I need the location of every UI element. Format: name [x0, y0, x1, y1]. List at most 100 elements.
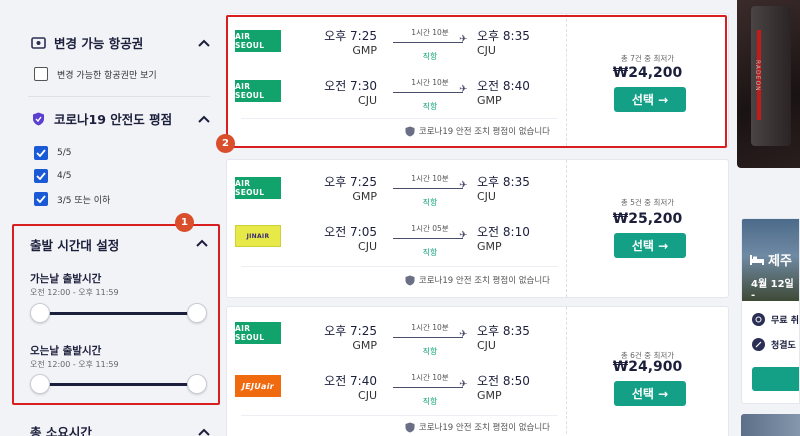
departure-airport: GMP — [352, 339, 377, 352]
covid-filter-title: 코로나19 안전도 평점 — [54, 112, 173, 127]
select-button[interactable]: 선택 → — [614, 381, 686, 406]
hotel-view-button[interactable] — [752, 367, 799, 391]
highlight-box — [226, 15, 727, 148]
covid-option-label: 3/5 또는 이하 — [57, 195, 111, 206]
annotation-marker-1: 1 — [175, 213, 194, 232]
price-panel: 총 6건 중 최저가 ₩24,900 선택 → — [567, 307, 728, 436]
checkbox[interactable] — [34, 67, 48, 81]
route-line — [393, 387, 463, 388]
covid-option-label: 4/5 — [57, 171, 72, 181]
covid-rating-note: 코로나19 안전 조치 평점이 없습니다 — [405, 421, 550, 433]
airline-logo: JEJUair — [235, 375, 281, 397]
arrival-time: 오후 8:35 — [477, 324, 530, 338]
inbound-slider-track[interactable] — [40, 383, 198, 386]
plane-icon: ✈ — [459, 329, 468, 340]
flight-leg-return: JEJUair 오전 7:40 CJU 1시간 10분 ✈ 직항 오전 8:50… — [227, 365, 566, 419]
inbound-slider-end-handle[interactable] — [187, 374, 207, 394]
outbound-time-range: 오전 12:00 - 오후 11:59 — [30, 288, 119, 297]
perk-item: 청결도 — [752, 338, 796, 351]
covid-option-label: 5/5 — [57, 148, 72, 158]
inbound-slider-start-handle[interactable] — [30, 374, 50, 394]
plane-icon: ✈ — [459, 379, 468, 390]
flight-result-card[interactable]: AIR SEOUL 오후 7:25 GMP 1시간 10분 ✈ 직항 오후 8:… — [226, 159, 729, 298]
departure-time: 오후 7:25 — [324, 324, 377, 338]
flight-leg-return: JINAIR 오전 7:05 CJU 1시간 05분 ✈ 직항 오전 8:10 … — [227, 216, 566, 270]
arrival-airport: CJU — [477, 190, 496, 203]
price-panel: 총 5건 중 최저가 ₩25,200 선택 → — [567, 160, 728, 297]
checkbox-checked[interactable] — [34, 169, 48, 183]
filter-sidebar: 변경 가능 항공권 변경 가능한 항공권만 보기 코로나19 안전도 평점 5/… — [0, 0, 226, 436]
covid-rating-note: 코로나19 안전 조치 평점이 없습니다 — [405, 274, 550, 286]
select-button[interactable]: 선택 → — [614, 233, 686, 258]
lowest-price-note: 총 5건 중 최저가 — [620, 198, 675, 207]
chevron-up-icon[interactable] — [198, 428, 210, 436]
promo-image-strip — [741, 414, 800, 436]
shield-icon — [405, 275, 415, 285]
departure-time: 오후 7:25 — [324, 175, 377, 189]
bed-icon — [750, 255, 764, 265]
price: ₩25,200 — [612, 211, 683, 227]
flight-leg-outbound: AIR SEOUL 오후 7:25 GMP 1시간 10분 ✈ 직항 오후 8:… — [227, 166, 566, 220]
ticket-icon — [30, 36, 46, 50]
chevron-up-icon[interactable] — [198, 115, 210, 123]
divider — [28, 96, 210, 97]
plane-icon: ✈ — [459, 230, 468, 241]
shield-icon — [405, 422, 415, 432]
plane-icon: ✈ — [459, 180, 468, 191]
arrival-time: 오전 8:50 — [477, 374, 530, 388]
stops-label: 직항 — [422, 397, 438, 406]
clean-icon — [752, 338, 765, 351]
flight-duration: 1시간 10분 — [411, 323, 449, 332]
flight-leg-outbound: AIR SEOUL 오후 7:25 GMP 1시간 10분 ✈ 직항 오후 8:… — [227, 315, 566, 369]
duration-filter-header[interactable]: 총 소요시간 — [30, 422, 210, 436]
airline-logo: AIR SEOUL — [235, 177, 281, 199]
flight-result-card[interactable]: AIR SEOUL 오후 7:25 GMP 1시간 10분 ✈ 직항 오후 8:… — [226, 306, 729, 436]
perk-item: 무료 취 — [752, 313, 799, 326]
outbound-time-label: 가는날 출발시간 — [30, 273, 102, 285]
annotation-marker-2: 2 — [216, 134, 235, 153]
covid-option-5[interactable]: 5/5 — [34, 146, 71, 160]
airline-logo: AIR SEOUL — [235, 322, 281, 344]
route-line — [393, 337, 463, 338]
hotel-destination: 제주 — [768, 254, 792, 269]
changeable-only-label: 변경 가능한 항공권만 보기 — [57, 70, 157, 81]
duration-filter-title: 총 소요시간 — [30, 425, 92, 436]
advertisement-banner[interactable]: RADEON — [737, 0, 800, 168]
arrival-time: 오후 8:35 — [477, 175, 530, 189]
arrival-airport: CJU — [477, 339, 496, 352]
departure-airport: CJU — [358, 389, 377, 402]
arrival-airport: GMP — [477, 389, 502, 402]
stops-label: 직항 — [422, 198, 438, 207]
stops-label: 직항 — [422, 248, 438, 257]
stops-label: 직항 — [422, 347, 438, 356]
covid-option-3[interactable]: 3/5 또는 이하 — [34, 192, 110, 206]
hotel-promo-card[interactable]: 제주 4월 12일 - 무료 취 청결도 — [741, 218, 800, 404]
inbound-time-range: 오전 12:00 - 오후 11:59 — [30, 360, 119, 369]
departure-airport: CJU — [358, 240, 377, 253]
price: ₩24,900 — [612, 359, 683, 375]
outbound-slider-end-handle[interactable] — [187, 303, 207, 323]
outbound-slider-track[interactable] — [40, 312, 198, 315]
time-filter-title: 출발 시간대 설정 — [30, 238, 120, 253]
changeable-only-option[interactable]: 변경 가능한 항공권만 보기 — [34, 67, 157, 81]
chevron-up-icon[interactable] — [196, 239, 208, 247]
chevron-up-icon[interactable] — [198, 39, 210, 47]
inbound-time-label: 오는날 출발시간 — [30, 345, 102, 357]
route-line — [393, 188, 463, 189]
checkbox-checked[interactable] — [34, 192, 48, 206]
covid-rating-text: 코로나19 안전 조치 평점이 없습니다 — [418, 276, 550, 286]
changeable-filter-title: 변경 가능 항공권 — [54, 36, 144, 51]
departure-time: 오전 7:05 — [324, 225, 377, 239]
flight-duration: 1시간 05분 — [411, 224, 449, 233]
airline-logo: JINAIR — [235, 225, 281, 247]
covid-option-4[interactable]: 4/5 — [34, 169, 71, 183]
changeable-filter-header[interactable]: 변경 가능 항공권 — [30, 33, 210, 52]
divider — [241, 415, 558, 416]
covid-filter-header[interactable]: 코로나19 안전도 평점 — [30, 109, 210, 128]
flight-duration: 1시간 10분 — [411, 174, 449, 183]
shield-icon — [30, 112, 46, 126]
cancel-icon — [752, 313, 765, 326]
perk-label: 무료 취 — [771, 316, 799, 326]
checkbox-checked[interactable] — [34, 146, 48, 160]
outbound-slider-start-handle[interactable] — [30, 303, 50, 323]
